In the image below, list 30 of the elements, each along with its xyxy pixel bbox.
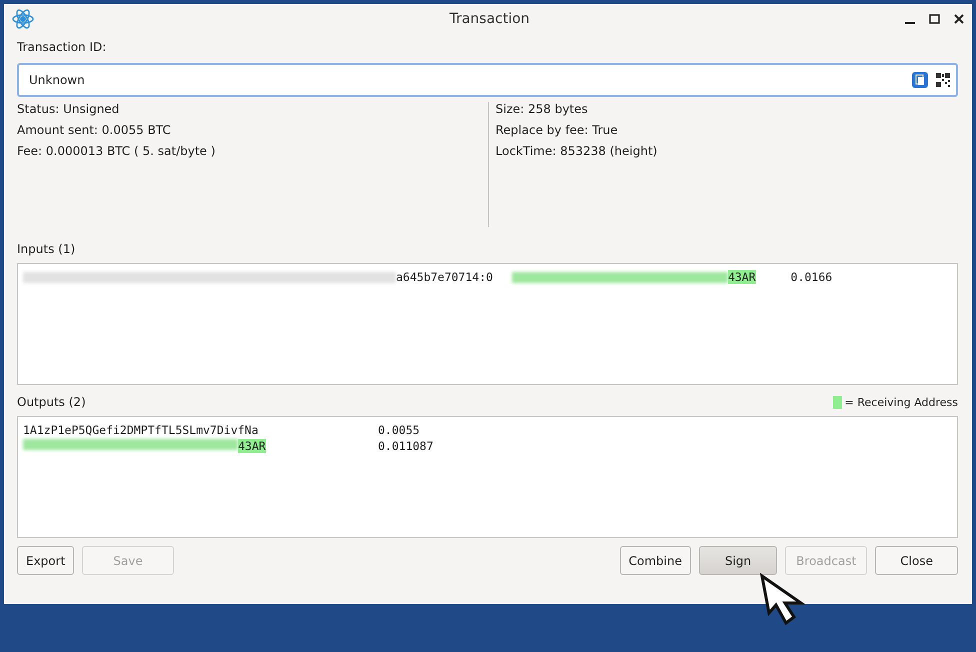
qr-code-icon[interactable] [936,73,950,87]
atom-logo-icon [12,8,34,30]
transaction-id-field[interactable]: Unknown [17,63,958,97]
mouse-pointer-icon [759,573,805,627]
output-amount: 0.011087 [378,439,434,453]
output-address: 43AR [238,439,266,453]
input-amount: 0.0166 [790,270,832,284]
output-address: 1A1zP1eP5QGefi2DMPTfTL5SLmv7DivfNa [23,423,258,437]
info-text: Status: Unsigned [17,102,120,116]
copy-icon[interactable] [912,72,928,88]
info-text: Replace by fee: True [496,123,619,137]
dialog-button[interactable]: Export [17,546,74,575]
section-label: Inputs (1) [17,242,76,256]
dialog-button[interactable]: Close [875,546,958,575]
info-text: Fee: 0.000013 BTC ( 5. sat/byte ) [17,144,216,158]
info-text: Size: 258 bytes [496,102,589,116]
field-label: Transaction ID: [17,40,108,54]
info-text: Amount sent: 0.0055 BTC [17,123,172,137]
window-title: Transaction [449,11,530,27]
close-icon[interactable] [954,14,964,24]
legend-text: = Receiving Address [844,396,958,408]
section-label: Outputs (2) [17,395,86,409]
info-text: LockTime: 853238 (height) [496,144,658,158]
legend-swatch [832,396,842,408]
output-amount: 0.0055 [378,423,420,437]
input-outpoint: a645b7e70714:0 [396,270,493,284]
dialog-button[interactable]: Combine [620,546,691,575]
dialog-button[interactable]: Sign [698,546,778,575]
input-address: 43AR [728,270,756,284]
maximize-icon[interactable] [929,14,940,24]
